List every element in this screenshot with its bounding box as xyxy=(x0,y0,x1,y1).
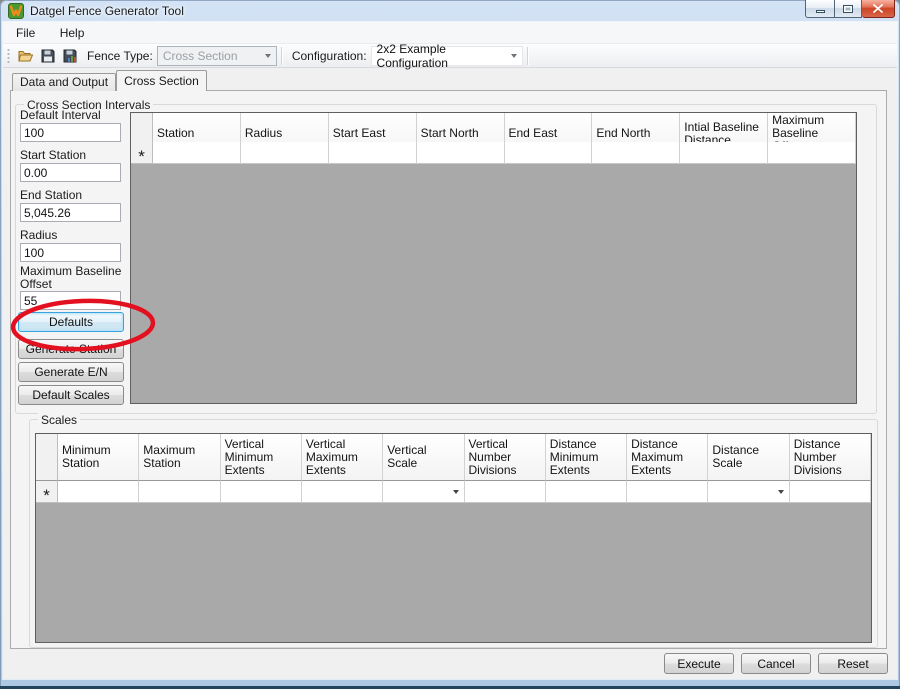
col-header-vertical-number-divisions[interactable]: Vertical Number Divisions xyxy=(465,434,546,481)
cell-start-north[interactable] xyxy=(417,142,505,164)
end-station-label: End Station xyxy=(20,189,126,202)
default-scales-button[interactable]: Default Scales xyxy=(18,385,124,405)
window-controls xyxy=(805,0,895,18)
grid-corner[interactable] xyxy=(36,434,58,481)
cell-end-north[interactable] xyxy=(592,142,680,164)
col-header-minimum-station[interactable]: Minimum Station xyxy=(58,434,139,481)
cross-section-intervals-group: Cross Section Intervals Default Interval… xyxy=(15,104,877,414)
cell-maximum-baseline-offset[interactable] xyxy=(768,142,856,164)
scales-grid: Minimum Station Maximum Station Vertical… xyxy=(35,433,872,643)
fence-type-label: Fence Type: xyxy=(87,49,153,63)
col-header-vertical-minimum-extents[interactable]: Vertical Minimum Extents xyxy=(221,434,302,481)
tab-cross-section[interactable]: Cross Section xyxy=(116,70,207,91)
chevron-down-icon xyxy=(511,54,517,58)
maximum-baseline-offset-input[interactable] xyxy=(20,291,121,310)
cross-section-grid: Station Radius Start East Start North En… xyxy=(130,112,857,404)
start-station-input[interactable] xyxy=(20,163,121,182)
toolbar: Fence Type: Cross Section Configuration:… xyxy=(3,44,897,68)
cell-end-east[interactable] xyxy=(505,142,593,164)
minimize-icon xyxy=(816,10,825,13)
cell-initial-baseline-distance[interactable] xyxy=(680,142,768,164)
fence-type-value: Cross Section xyxy=(163,49,238,63)
toolbar-separator xyxy=(527,47,528,65)
save-report-icon[interactable] xyxy=(59,46,81,66)
configuration-combobox[interactable]: 2x2 Example Configuration xyxy=(371,46,523,66)
open-folder-icon[interactable] xyxy=(15,46,37,66)
default-interval-input[interactable] xyxy=(20,123,121,142)
cell-vertical-minimum-extents[interactable] xyxy=(221,481,302,503)
configuration-value: 2x2 Example Configuration xyxy=(377,42,511,70)
cell-station[interactable] xyxy=(153,142,241,164)
cell-distance-maximum-extents[interactable] xyxy=(627,481,708,503)
generate-en-button[interactable]: Generate E/N xyxy=(18,362,124,382)
footer-buttons: Execute Cancel Reset xyxy=(664,653,888,674)
save-icon[interactable] xyxy=(37,46,59,66)
cell-vertical-maximum-extents[interactable] xyxy=(302,481,383,503)
col-header-distance-number-divisions[interactable]: Distance Number Divisions xyxy=(790,434,871,481)
col-header-distance-minimum-extents[interactable]: Distance Minimum Extents xyxy=(546,434,627,481)
menu-help[interactable]: Help xyxy=(52,22,93,44)
grid-new-row: * xyxy=(131,142,856,164)
tab-data-and-output[interactable]: Data and Output xyxy=(12,73,116,91)
cell-distance-number-divisions[interactable] xyxy=(790,481,871,503)
titlebar[interactable]: Datgel Fence Generator Tool xyxy=(0,0,900,22)
app-window: Datgel Fence Generator Tool File Help xyxy=(0,0,900,689)
grid-header-row: Minimum Station Maximum Station Vertical… xyxy=(36,434,871,481)
window-title: Datgel Fence Generator Tool xyxy=(30,0,184,22)
execute-button[interactable]: Execute xyxy=(664,653,734,674)
new-row-header[interactable]: * xyxy=(36,481,58,503)
chevron-down-icon xyxy=(265,54,271,58)
cancel-button[interactable]: Cancel xyxy=(741,653,811,674)
cell-distance-minimum-extents[interactable] xyxy=(546,481,627,503)
grid-new-row: * xyxy=(36,481,871,503)
grid-header-row: Station Radius Start East Start North En… xyxy=(131,113,856,142)
client-area: File Help xyxy=(3,22,897,679)
cell-vertical-scale[interactable] xyxy=(383,481,464,503)
generate-station-button[interactable]: Generate Station xyxy=(18,339,124,359)
radius-input[interactable] xyxy=(20,243,121,262)
toolbar-separator xyxy=(281,47,282,65)
cell-distance-scale[interactable] xyxy=(708,481,789,503)
col-header-distance-scale[interactable]: Distance Scale xyxy=(708,434,789,481)
new-row-header[interactable]: * xyxy=(131,142,153,164)
close-button[interactable] xyxy=(862,0,895,18)
maximum-baseline-offset-label: Maximum Baseline Offset xyxy=(20,265,126,291)
col-header-maximum-station[interactable]: Maximum Station xyxy=(139,434,220,481)
radius-label: Radius xyxy=(20,229,126,242)
scales-group: Scales Minimum Station Maximum Station V… xyxy=(29,419,878,648)
maximize-button[interactable] xyxy=(835,0,862,18)
tabstrip: Data and Output Cross Section xyxy=(12,70,207,91)
menu-file[interactable]: File xyxy=(8,22,43,44)
close-icon xyxy=(873,4,883,13)
new-row-marker: * xyxy=(138,147,145,167)
cross-section-tabpage: Cross Section Intervals Default Interval… xyxy=(10,90,887,649)
configuration-label: Configuration: xyxy=(292,49,367,63)
cell-maximum-station[interactable] xyxy=(139,481,220,503)
col-header-vertical-scale[interactable]: Vertical Scale xyxy=(383,434,464,481)
col-header-vertical-maximum-extents[interactable]: Vertical Maximum Extents xyxy=(302,434,383,481)
new-row-marker: * xyxy=(43,486,50,506)
app-icon xyxy=(8,3,24,19)
cell-radius[interactable] xyxy=(241,142,329,164)
start-station-label: Start Station xyxy=(20,149,126,162)
minimize-button[interactable] xyxy=(805,0,835,18)
cell-vertical-number-divisions[interactable] xyxy=(465,481,546,503)
group-title: Scales xyxy=(38,413,80,427)
cell-minimum-station[interactable] xyxy=(58,481,139,503)
end-station-input[interactable] xyxy=(20,203,121,222)
default-interval-label: Default Interval xyxy=(20,109,126,122)
col-header-distance-maximum-extents[interactable]: Distance Maximum Extents xyxy=(627,434,708,481)
cell-start-east[interactable] xyxy=(329,142,417,164)
maximize-icon xyxy=(843,5,853,13)
toolbar-grip-icon[interactable] xyxy=(7,48,10,64)
distance-scale-dropdown-icon[interactable] xyxy=(774,483,789,501)
fence-type-combobox: Cross Section xyxy=(157,46,277,66)
reset-button[interactable]: Reset xyxy=(818,653,888,674)
vertical-scale-dropdown-icon[interactable] xyxy=(449,483,464,501)
defaults-button[interactable]: Defaults xyxy=(18,312,124,332)
